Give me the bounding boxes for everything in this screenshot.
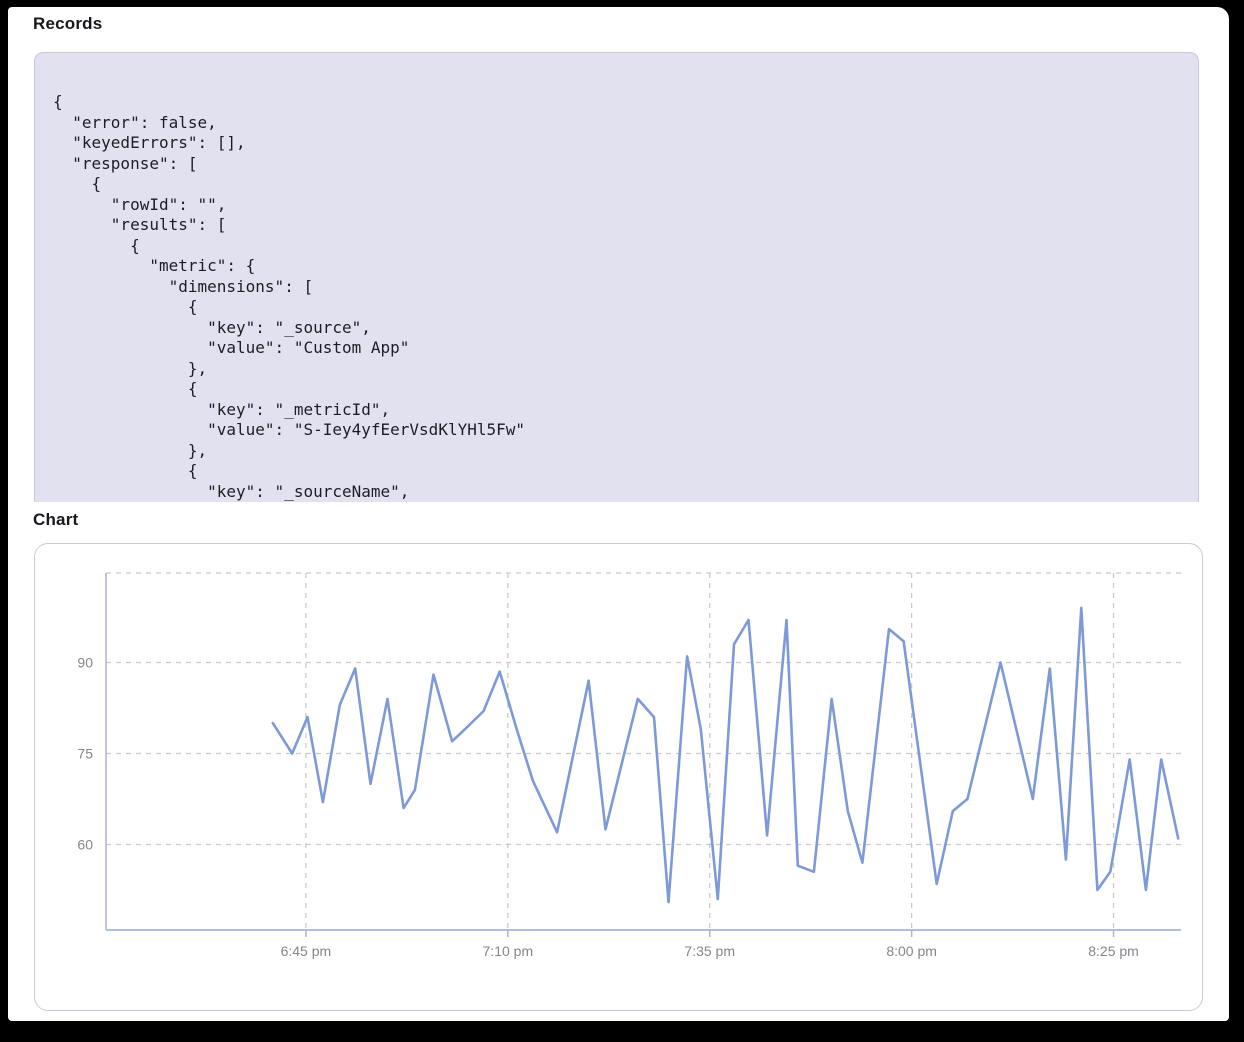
records-json-block[interactable]: { "error": false, "keyedErrors": [], "re… bbox=[34, 52, 1199, 502]
records-json-code: { "error": false, "keyedErrors": [], "re… bbox=[35, 53, 1198, 502]
x-axis-label: 7:10 pm bbox=[483, 943, 534, 959]
x-axis-label: 8:00 pm bbox=[886, 943, 937, 959]
records-section-title: Records bbox=[33, 14, 102, 34]
chart-section-title: Chart bbox=[33, 510, 78, 530]
chart-data-line bbox=[273, 608, 1178, 902]
line-chart: 90 75 60 6:45 pm 7:10 pm 7:35 pm 8:00 pm 8:25 p… bbox=[35, 544, 1202, 1010]
x-axis-label: 7:35 pm bbox=[684, 943, 735, 959]
x-axis-label: 8:25 pm bbox=[1088, 943, 1139, 959]
y-axis-label: 90 bbox=[77, 654, 93, 670]
x-axis-label: 6:45 pm bbox=[281, 943, 332, 959]
chart-card: 90 75 60 6:45 pm 7:10 pm 7:35 pm 8:00 pm 8:25 p… bbox=[34, 543, 1203, 1011]
y-axis-label: 75 bbox=[77, 745, 93, 761]
y-axis-label: 60 bbox=[77, 836, 93, 852]
app-window: Records { "error": false, "keyedErrors":… bbox=[8, 7, 1229, 1021]
